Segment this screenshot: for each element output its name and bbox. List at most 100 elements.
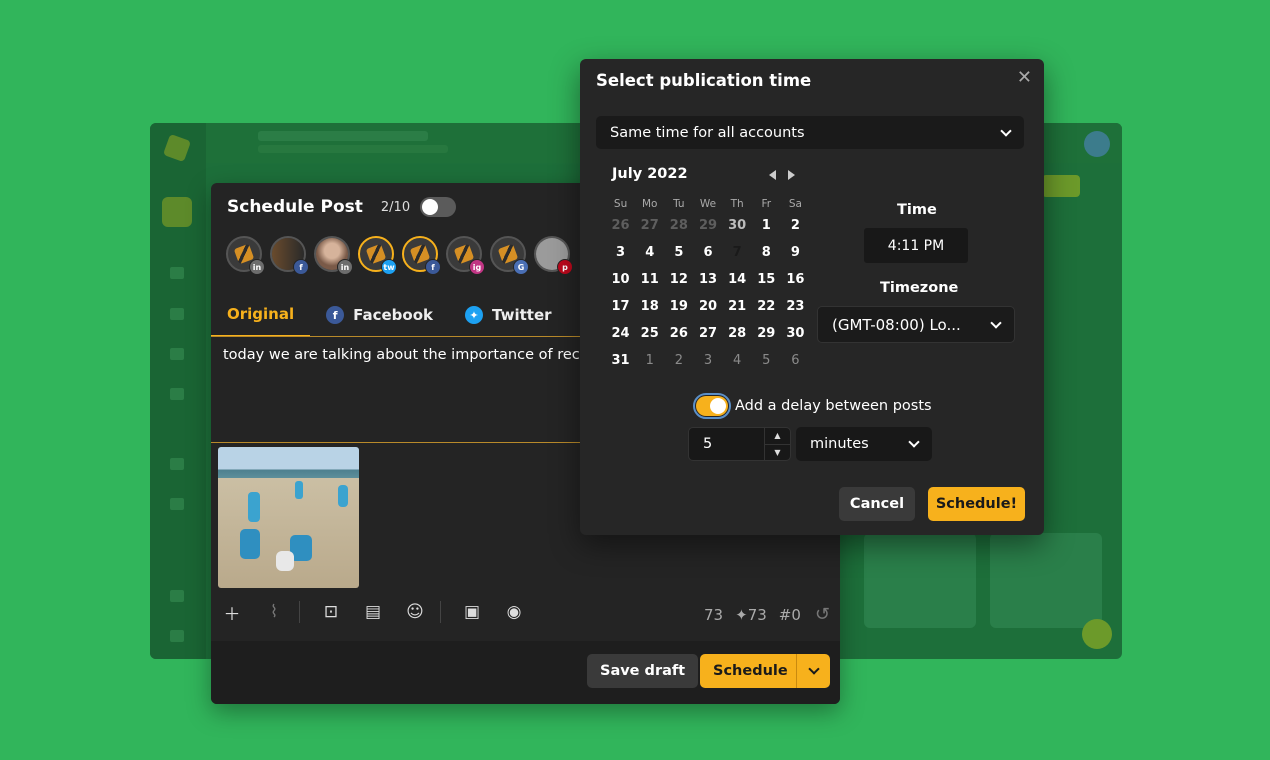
- tab-twitter[interactable]: ✦ Twitter: [449, 293, 568, 337]
- tab-facebook[interactable]: f Facebook: [310, 293, 449, 337]
- calendar-day[interactable]: 26: [606, 218, 635, 233]
- preview-eye-icon[interactable]: ◉: [503, 601, 525, 623]
- image-figure: [338, 485, 348, 507]
- calendar-day[interactable]: 6: [693, 245, 722, 260]
- account-avatar[interactable]: in: [226, 236, 265, 275]
- calendar-day[interactable]: 10: [606, 272, 635, 287]
- calendar-day[interactable]: 28: [664, 218, 693, 233]
- tab-label: Original: [227, 305, 295, 323]
- calendar-day[interactable]: 22: [752, 299, 781, 314]
- post-text-editor[interactable]: today we are talking about the importanc…: [223, 347, 596, 363]
- calendar-day[interactable]: 8: [752, 245, 781, 260]
- calendar-day[interactable]: 3: [606, 245, 635, 260]
- calendar-day[interactable]: 1: [752, 218, 781, 233]
- editor-divider: [211, 442, 591, 443]
- calendar-day[interactable]: 29: [693, 218, 722, 233]
- selected-day-value: 7: [732, 245, 742, 260]
- account-mode-select[interactable]: Same time for all accounts: [596, 116, 1024, 149]
- post-toggle[interactable]: [420, 197, 457, 217]
- account-avatar-selected[interactable]: f: [402, 236, 441, 275]
- calendar-day[interactable]: 9: [781, 245, 810, 260]
- delay-unit-select[interactable]: minutes: [796, 427, 932, 461]
- calendar-day[interactable]: 29: [752, 326, 781, 341]
- calendar-day[interactable]: 1: [635, 353, 664, 368]
- calendar-day[interactable]: 30: [781, 326, 810, 341]
- calendar-day[interactable]: 2: [781, 218, 810, 233]
- calendar-day-today[interactable]: 30: [723, 218, 752, 233]
- confirm-schedule-button[interactable]: Schedule!: [928, 487, 1025, 521]
- save-draft-button[interactable]: Save draft: [587, 654, 699, 688]
- schedule-button[interactable]: Schedule: [700, 654, 830, 688]
- calendar-day[interactable]: 19: [664, 299, 693, 314]
- cancel-button[interactable]: Cancel: [839, 487, 915, 521]
- calendar-day[interactable]: 24: [606, 326, 635, 341]
- time-input[interactable]: 4:11 PM: [864, 228, 968, 263]
- add-icon[interactable]: ＋: [221, 601, 243, 625]
- calendar-day[interactable]: 5: [664, 245, 693, 260]
- calendar-day[interactable]: 2: [664, 353, 693, 368]
- calendar-day[interactable]: 17: [606, 299, 635, 314]
- previous-month-icon[interactable]: [769, 170, 776, 180]
- number-stepper: ▲ ▼: [764, 428, 790, 460]
- emoji-icon[interactable]: ☺: [404, 601, 426, 623]
- linkedin-badge-icon: in: [249, 259, 265, 275]
- increment-icon[interactable]: ▲: [765, 428, 790, 444]
- calendar-week: 24 25 26 27 28 29 30: [606, 320, 810, 347]
- calendar-day[interactable]: 18: [635, 299, 664, 314]
- calendar-day[interactable]: 6: [781, 353, 810, 368]
- background-nav-icon: [170, 498, 184, 510]
- schedule-dropdown-chevron-icon[interactable]: [796, 654, 830, 688]
- calendar-day[interactable]: 15: [752, 272, 781, 287]
- calendar-day[interactable]: 20: [693, 299, 722, 314]
- calendar-day[interactable]: 11: [635, 272, 664, 287]
- calendar-day[interactable]: 16: [781, 272, 810, 287]
- close-icon[interactable]: ✕: [1017, 67, 1032, 88]
- twitter-bird-icon: ✦: [735, 605, 748, 624]
- calendar-day[interactable]: 12: [664, 272, 693, 287]
- calendar-day[interactable]: 5: [752, 353, 781, 368]
- calendar-day[interactable]: 28: [723, 326, 752, 341]
- attached-image[interactable]: [218, 447, 359, 588]
- next-month-icon[interactable]: [788, 170, 795, 180]
- calendar-day[interactable]: 27: [635, 218, 664, 233]
- calendar-day[interactable]: 3: [693, 353, 722, 368]
- background-nav-icon: [170, 590, 184, 602]
- calendar-grid: Su Mo Tu We Th Fr Sa 26 27 28 29 30 1 2 …: [606, 195, 810, 374]
- account-avatar[interactable]: ig: [446, 236, 485, 275]
- calendar-day[interactable]: 23: [781, 299, 810, 314]
- calendar-day-selected[interactable]: 7: [722, 239, 754, 268]
- decrement-icon[interactable]: ▼: [765, 443, 790, 461]
- calendar-day[interactable]: 14: [723, 272, 752, 287]
- delay-amount-input[interactable]: 5 ▲ ▼: [688, 427, 791, 461]
- toggle-knob: [710, 398, 726, 414]
- calendar-day[interactable]: 26: [664, 326, 693, 341]
- robot-icon[interactable]: ⊡: [320, 601, 342, 623]
- weekday-label: Tu: [673, 197, 685, 210]
- delay-toggle[interactable]: [693, 393, 731, 419]
- account-mode-value: Same time for all accounts: [610, 124, 805, 141]
- google-badge-icon: G: [513, 259, 529, 275]
- account-avatar[interactable]: G: [490, 236, 529, 275]
- media-library-icon[interactable]: ▣: [461, 601, 483, 623]
- timezone-select[interactable]: (GMT-08:00) Lo...: [817, 306, 1015, 343]
- delay-unit-value: minutes: [810, 436, 869, 452]
- calendar-day[interactable]: 4: [723, 353, 752, 368]
- background-nav-icon: [170, 388, 184, 400]
- calendar-day[interactable]: 13: [693, 272, 722, 287]
- snippet-icon[interactable]: ▤: [362, 601, 384, 623]
- calendar-day[interactable]: 21: [723, 299, 752, 314]
- account-avatar[interactable]: f: [270, 236, 309, 275]
- calendar-day[interactable]: 25: [635, 326, 664, 341]
- calendar-day[interactable]: 31: [606, 353, 635, 368]
- calendar-day[interactable]: 27: [693, 326, 722, 341]
- image-figure: [295, 481, 303, 499]
- account-avatar-selected[interactable]: tw: [358, 236, 397, 275]
- account-avatar[interactable]: p: [534, 236, 573, 275]
- account-avatar[interactable]: in: [314, 236, 353, 275]
- attachment-icon[interactable]: ⌇: [263, 601, 285, 623]
- background-compose-icon: [162, 197, 192, 227]
- undo-icon[interactable]: ↺: [815, 604, 830, 625]
- network-tabs: Original f Facebook ✦ Twitter: [211, 293, 591, 337]
- calendar-day[interactable]: 4: [635, 245, 664, 260]
- tab-original[interactable]: Original: [211, 293, 311, 337]
